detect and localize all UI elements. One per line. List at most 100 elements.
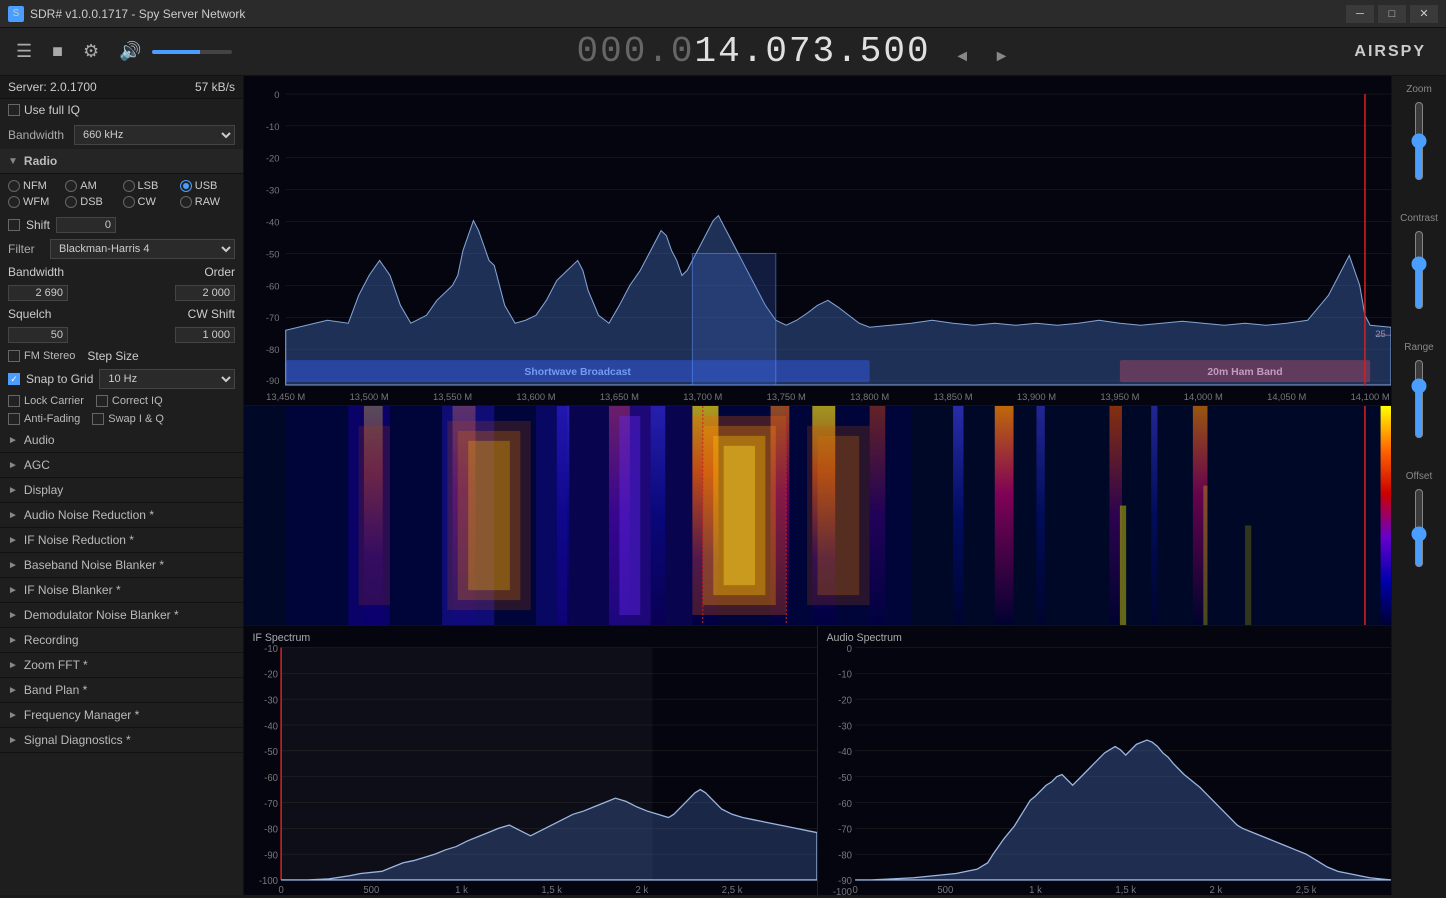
fm-step-row: FM Stereo Step Size bbox=[0, 346, 243, 366]
collapsible-signal-diag[interactable]: ► Signal Diagnostics * bbox=[0, 728, 243, 753]
close-button[interactable]: ✕ bbox=[1410, 5, 1438, 23]
bandwidth-select[interactable]: 660 kHz bbox=[74, 125, 235, 145]
if-blanker-triangle-icon: ► bbox=[8, 585, 18, 596]
volume-slider[interactable] bbox=[152, 50, 232, 54]
agc-triangle-icon: ► bbox=[8, 460, 18, 471]
settings-button[interactable]: ⚙ bbox=[77, 37, 105, 66]
swap-iq-item[interactable]: Swap I & Q bbox=[92, 413, 164, 425]
filter-select[interactable]: Blackman-Harris 4 bbox=[50, 239, 235, 259]
mode-wfm-radio[interactable] bbox=[8, 196, 20, 208]
mode-am-radio[interactable] bbox=[65, 180, 77, 192]
snap-to-grid-select[interactable]: 10 Hz bbox=[99, 369, 235, 389]
use-full-iq-checkbox[interactable] bbox=[8, 104, 20, 116]
collapsible-agc[interactable]: ► AGC bbox=[0, 453, 243, 478]
mode-wfm[interactable]: WFM bbox=[8, 196, 63, 208]
cw-shift-label: CW Shift bbox=[188, 307, 235, 321]
audio-button[interactable]: 🔊 bbox=[113, 37, 147, 66]
lock-carrier-item[interactable]: Lock Carrier bbox=[8, 395, 84, 407]
main-spectrum-area[interactable]: 0 -10 -20 -30 -40 -50 -60 -70 -80 -90 bbox=[244, 76, 1391, 406]
menu-button[interactable]: ☰ bbox=[10, 37, 38, 66]
squelch-input[interactable] bbox=[8, 327, 68, 343]
squelch-label: Squelch bbox=[8, 307, 51, 321]
collapsible-if-blanker[interactable]: ► IF Noise Blanker * bbox=[0, 578, 243, 603]
snap-to-grid-checkbox[interactable] bbox=[8, 373, 20, 385]
freq-right-arrow[interactable]: ► bbox=[994, 48, 1010, 66]
svg-text:-70: -70 bbox=[266, 313, 280, 323]
freq-dim-part: 000.0 bbox=[577, 31, 695, 72]
fm-stereo-checkbox[interactable] bbox=[8, 350, 20, 362]
mode-raw[interactable]: RAW bbox=[180, 196, 235, 208]
svg-text:-90: -90 bbox=[838, 876, 852, 887]
recording-label: Recording bbox=[24, 633, 79, 647]
swap-iq-checkbox[interactable] bbox=[92, 413, 104, 425]
collapsible-display[interactable]: ► Display bbox=[0, 478, 243, 503]
freq-left-arrow[interactable]: ◄ bbox=[954, 48, 970, 66]
svg-text:-50: -50 bbox=[264, 747, 278, 758]
cw-shift-input[interactable] bbox=[175, 327, 235, 343]
filter-label: Filter bbox=[8, 242, 44, 256]
mode-usb[interactable]: USB bbox=[180, 180, 235, 192]
mode-cw[interactable]: CW bbox=[123, 196, 178, 208]
correct-iq-item[interactable]: Correct IQ bbox=[96, 395, 163, 407]
mode-lsb[interactable]: LSB bbox=[123, 180, 178, 192]
stop-button[interactable]: ■ bbox=[46, 37, 69, 66]
fading-swap-row: Anti-Fading Swap I & Q bbox=[0, 410, 243, 428]
mode-nfm-radio[interactable] bbox=[8, 180, 20, 192]
mode-wfm-label: WFM bbox=[23, 196, 49, 208]
mode-cw-radio[interactable] bbox=[123, 196, 135, 208]
mode-raw-radio[interactable] bbox=[180, 196, 192, 208]
contrast-slider[interactable] bbox=[1410, 230, 1428, 310]
titlebar-left: S SDR# v1.0.0.1717 - Spy Server Network bbox=[8, 6, 245, 22]
mode-lsb-label: LSB bbox=[138, 180, 159, 192]
svg-text:-10: -10 bbox=[266, 122, 280, 132]
anti-fading-item[interactable]: Anti-Fading bbox=[8, 413, 80, 425]
range-slider[interactable] bbox=[1410, 359, 1428, 439]
collapsible-demod-noise[interactable]: ► Demodulator Noise Blanker * bbox=[0, 603, 243, 628]
mode-am[interactable]: AM bbox=[65, 180, 120, 192]
collapsible-audio-noise[interactable]: ► Audio Noise Reduction * bbox=[0, 503, 243, 528]
svg-text:2 k: 2 k bbox=[636, 885, 649, 895]
bandwidth-label: Bandwidth bbox=[8, 128, 68, 142]
squelch-values bbox=[0, 324, 243, 346]
svg-text:14,050 M: 14,050 M bbox=[1267, 392, 1306, 402]
anti-fading-checkbox[interactable] bbox=[8, 413, 20, 425]
svg-text:1 k: 1 k bbox=[1029, 885, 1042, 895]
bandwidth-row: Bandwidth 660 kHz bbox=[0, 121, 243, 149]
fm-stereo-item[interactable]: FM Stereo bbox=[8, 350, 75, 362]
zoom-slider[interactable] bbox=[1410, 101, 1428, 181]
volume-control: 🔊 bbox=[113, 37, 231, 66]
collapsible-if-noise[interactable]: ► IF Noise Reduction * bbox=[0, 528, 243, 553]
mode-dsb[interactable]: DSB bbox=[65, 196, 120, 208]
svg-text:-90: -90 bbox=[264, 850, 278, 861]
svg-text:2,5 k: 2,5 k bbox=[1296, 885, 1317, 895]
minimize-button[interactable]: ─ bbox=[1346, 5, 1374, 23]
shift-input[interactable] bbox=[56, 217, 116, 233]
lock-correct-row: Lock Carrier Correct IQ bbox=[0, 392, 243, 410]
svg-text:13,450 M: 13,450 M bbox=[266, 392, 305, 402]
radio-section-header[interactable]: ▼ Radio bbox=[0, 149, 243, 174]
collapsible-baseband[interactable]: ► Baseband Noise Blanker * bbox=[0, 553, 243, 578]
collapsible-audio[interactable]: ► Audio bbox=[0, 428, 243, 453]
waterfall-area[interactable] bbox=[244, 406, 1391, 626]
maximize-button[interactable]: □ bbox=[1378, 5, 1406, 23]
collapsible-zoom-fft[interactable]: ► Zoom FFT * bbox=[0, 653, 243, 678]
bandwidth-input[interactable] bbox=[8, 285, 68, 301]
lock-carrier-checkbox[interactable] bbox=[8, 395, 20, 407]
collapsible-freq-manager[interactable]: ► Frequency Manager * bbox=[0, 703, 243, 728]
mode-usb-radio[interactable] bbox=[180, 180, 192, 192]
order-input[interactable] bbox=[175, 285, 235, 301]
order-label: Order bbox=[204, 265, 235, 279]
correct-iq-checkbox[interactable] bbox=[96, 395, 108, 407]
mode-nfm[interactable]: NFM bbox=[8, 180, 63, 192]
offset-slider[interactable] bbox=[1410, 488, 1428, 568]
mode-dsb-radio[interactable] bbox=[65, 196, 77, 208]
collapsible-band-plan[interactable]: ► Band Plan * bbox=[0, 678, 243, 703]
shift-checkbox[interactable] bbox=[8, 219, 20, 231]
mode-raw-label: RAW bbox=[195, 196, 220, 208]
collapsible-recording[interactable]: ► Recording bbox=[0, 628, 243, 653]
svg-text:-60: -60 bbox=[266, 282, 280, 292]
svg-text:0: 0 bbox=[274, 90, 279, 100]
mode-lsb-radio[interactable] bbox=[123, 180, 135, 192]
agc-label: AGC bbox=[24, 458, 50, 472]
svg-text:-50: -50 bbox=[838, 773, 852, 784]
